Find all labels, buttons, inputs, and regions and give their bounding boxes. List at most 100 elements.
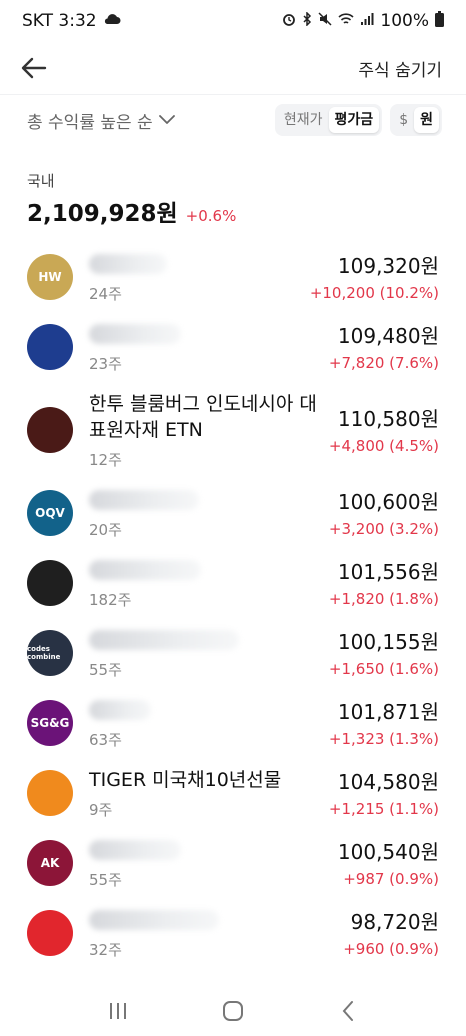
holding-change: +7,820 (7.6%) bbox=[328, 354, 439, 372]
stock-logo-icon: HW bbox=[27, 254, 73, 300]
holding-info: 182주 bbox=[89, 557, 329, 610]
alarm-icon bbox=[282, 12, 296, 30]
stock-logo-text: AK bbox=[40, 856, 60, 870]
signal-icon bbox=[360, 12, 374, 30]
holding-values: 98,720원 +960 (0.9%) bbox=[343, 908, 439, 958]
blurred-name bbox=[89, 490, 199, 510]
toggle-current-price[interactable]: 현재가 bbox=[278, 107, 329, 133]
status-bar: SKT 3:32 100% bbox=[0, 0, 466, 42]
mute-icon bbox=[318, 12, 332, 30]
holding-row[interactable]: HW 24주 109,320원 +10,200 (10.2%) bbox=[0, 242, 466, 312]
holding-values: 109,320원 +10,200 (10.2%) bbox=[310, 252, 439, 302]
holding-change: +1,650 (1.6%) bbox=[328, 660, 439, 678]
section-label: 국내 bbox=[27, 172, 55, 190]
holding-shares: 23주 bbox=[89, 354, 122, 373]
home-icon bbox=[222, 1001, 243, 1021]
holding-value: 98,720원 bbox=[350, 910, 439, 934]
toggle-dollar[interactable]: $ bbox=[393, 107, 414, 133]
blurred-name bbox=[89, 630, 239, 650]
cloud-icon bbox=[103, 12, 121, 30]
recents-button[interactable] bbox=[98, 991, 138, 1031]
holding-values: 101,871원 +1,323 (1.3%) bbox=[329, 698, 439, 748]
holding-change: +1,215 (1.1%) bbox=[328, 800, 439, 818]
holding-row[interactable]: 182주 101,556원 +1,820 (1.8%) bbox=[0, 548, 466, 618]
blurred-name bbox=[89, 254, 167, 274]
holding-value: 100,600원 bbox=[337, 490, 439, 514]
blurred-name bbox=[89, 560, 201, 580]
toggle-valuation[interactable]: 평가금 bbox=[328, 107, 380, 133]
holding-change: +4,800 (4.5%) bbox=[328, 437, 439, 455]
holding-value: 110,580원 bbox=[337, 407, 439, 431]
holding-values: 109,480원 +7,820 (7.6%) bbox=[329, 322, 439, 372]
status-left: SKT 3:32 bbox=[22, 11, 121, 31]
blurred-name bbox=[89, 840, 181, 860]
stock-logo-icon: SG&G bbox=[27, 700, 73, 746]
stock-logo-icon bbox=[27, 560, 73, 606]
holding-name bbox=[89, 487, 329, 513]
nav-bar bbox=[0, 986, 466, 1036]
status-right: 100% bbox=[282, 11, 444, 31]
blurred-name bbox=[89, 910, 219, 930]
total-value: 2,109,928원 bbox=[27, 201, 178, 227]
blurred-name bbox=[89, 324, 181, 344]
total-row: 2,109,928원 +0.6% bbox=[27, 194, 236, 228]
stock-logo-icon: codes combine bbox=[27, 630, 73, 676]
holding-value: 104,580원 bbox=[337, 770, 439, 794]
holding-row[interactable]: AK 55주 100,540원 +987 (0.9%) bbox=[0, 828, 466, 898]
header-divider bbox=[0, 94, 466, 95]
currency-toggle: $ 원 bbox=[390, 104, 442, 136]
holding-name bbox=[89, 557, 329, 583]
holding-name bbox=[89, 837, 338, 863]
holding-change: +1,323 (1.3%) bbox=[328, 730, 439, 748]
holding-info: 20주 bbox=[89, 487, 329, 540]
sort-dropdown[interactable]: 총 수익률 높은 순 bbox=[27, 108, 175, 133]
hide-stocks-button[interactable]: 주식 숨기기 bbox=[358, 56, 442, 81]
holding-info: 23주 bbox=[89, 321, 329, 374]
toggle-won[interactable]: 원 bbox=[414, 107, 439, 133]
holding-info: 55주 bbox=[89, 627, 329, 680]
holding-row[interactable]: 32주 98,720원 +960 (0.9%) bbox=[0, 898, 466, 968]
holding-name: 한투 블룸버그 인도네시아 대표원자재 ETN bbox=[89, 392, 317, 441]
home-button[interactable] bbox=[213, 991, 253, 1031]
chevron-down-icon bbox=[158, 115, 175, 124]
filter-row: 총 수익률 높은 순 현재가 평가금 $ 원 bbox=[0, 102, 466, 138]
holding-row[interactable]: codes combine 55주 100,155원 +1,650 (1.6%) bbox=[0, 618, 466, 688]
holdings-list: HW 24주 109,320원 +10,200 (10.2%) 23주 109,480원 +… bbox=[0, 242, 466, 968]
back-icon bbox=[342, 1001, 354, 1021]
stock-logo-icon bbox=[27, 324, 73, 370]
holding-info: TIGER 미국채10년선물 9주 bbox=[89, 767, 329, 820]
holding-row[interactable]: 23주 109,480원 +7,820 (7.6%) bbox=[0, 312, 466, 382]
holding-row[interactable]: 한투 블룸버그 인도네시아 대표원자재 ETN 12주 110,580원 +4,800… bbox=[0, 382, 466, 478]
holding-name bbox=[89, 627, 329, 653]
holding-name bbox=[89, 321, 329, 347]
holding-change: +960 (0.9%) bbox=[343, 940, 439, 958]
holding-name bbox=[89, 907, 343, 933]
recents-icon bbox=[109, 1003, 126, 1019]
holding-name bbox=[89, 251, 310, 277]
stock-logo-text: HW bbox=[38, 270, 62, 284]
stock-logo-icon: AK bbox=[27, 840, 73, 886]
stock-logo-text: OQV bbox=[35, 506, 65, 520]
holding-values: 100,540원 +987 (0.9%) bbox=[338, 838, 439, 888]
battery-percent: 100% bbox=[380, 11, 429, 31]
holding-info: 63주 bbox=[89, 697, 329, 750]
arrow-left-icon bbox=[21, 57, 47, 79]
holding-shares: 32주 bbox=[89, 940, 122, 959]
holding-values: 110,580원 +4,800 (4.5%) bbox=[329, 405, 439, 455]
top-bar: 주식 숨기기 bbox=[0, 42, 466, 94]
holding-info: 32주 bbox=[89, 907, 343, 960]
nav-back-button[interactable] bbox=[328, 991, 368, 1031]
holding-row[interactable]: TIGER 미국채10년선물 9주 104,580원 +1,215 (1.1%) bbox=[0, 758, 466, 828]
price-toggle: 현재가 평가금 bbox=[274, 104, 383, 136]
stock-logo-icon: OQV bbox=[27, 490, 73, 536]
wifi-icon bbox=[338, 12, 354, 30]
battery-icon bbox=[435, 11, 444, 31]
holding-shares: 9주 bbox=[89, 800, 113, 819]
holding-shares: 12주 bbox=[89, 450, 122, 469]
holding-row[interactable]: SG&G 63주 101,871원 +1,323 (1.3%) bbox=[0, 688, 466, 758]
holding-row[interactable]: OQV 20주 100,600원 +3,200 (3.2%) bbox=[0, 478, 466, 548]
blurred-name bbox=[89, 700, 151, 720]
back-button[interactable] bbox=[18, 52, 50, 84]
stock-logo-icon bbox=[27, 770, 73, 816]
holding-value: 109,480원 bbox=[337, 324, 439, 348]
